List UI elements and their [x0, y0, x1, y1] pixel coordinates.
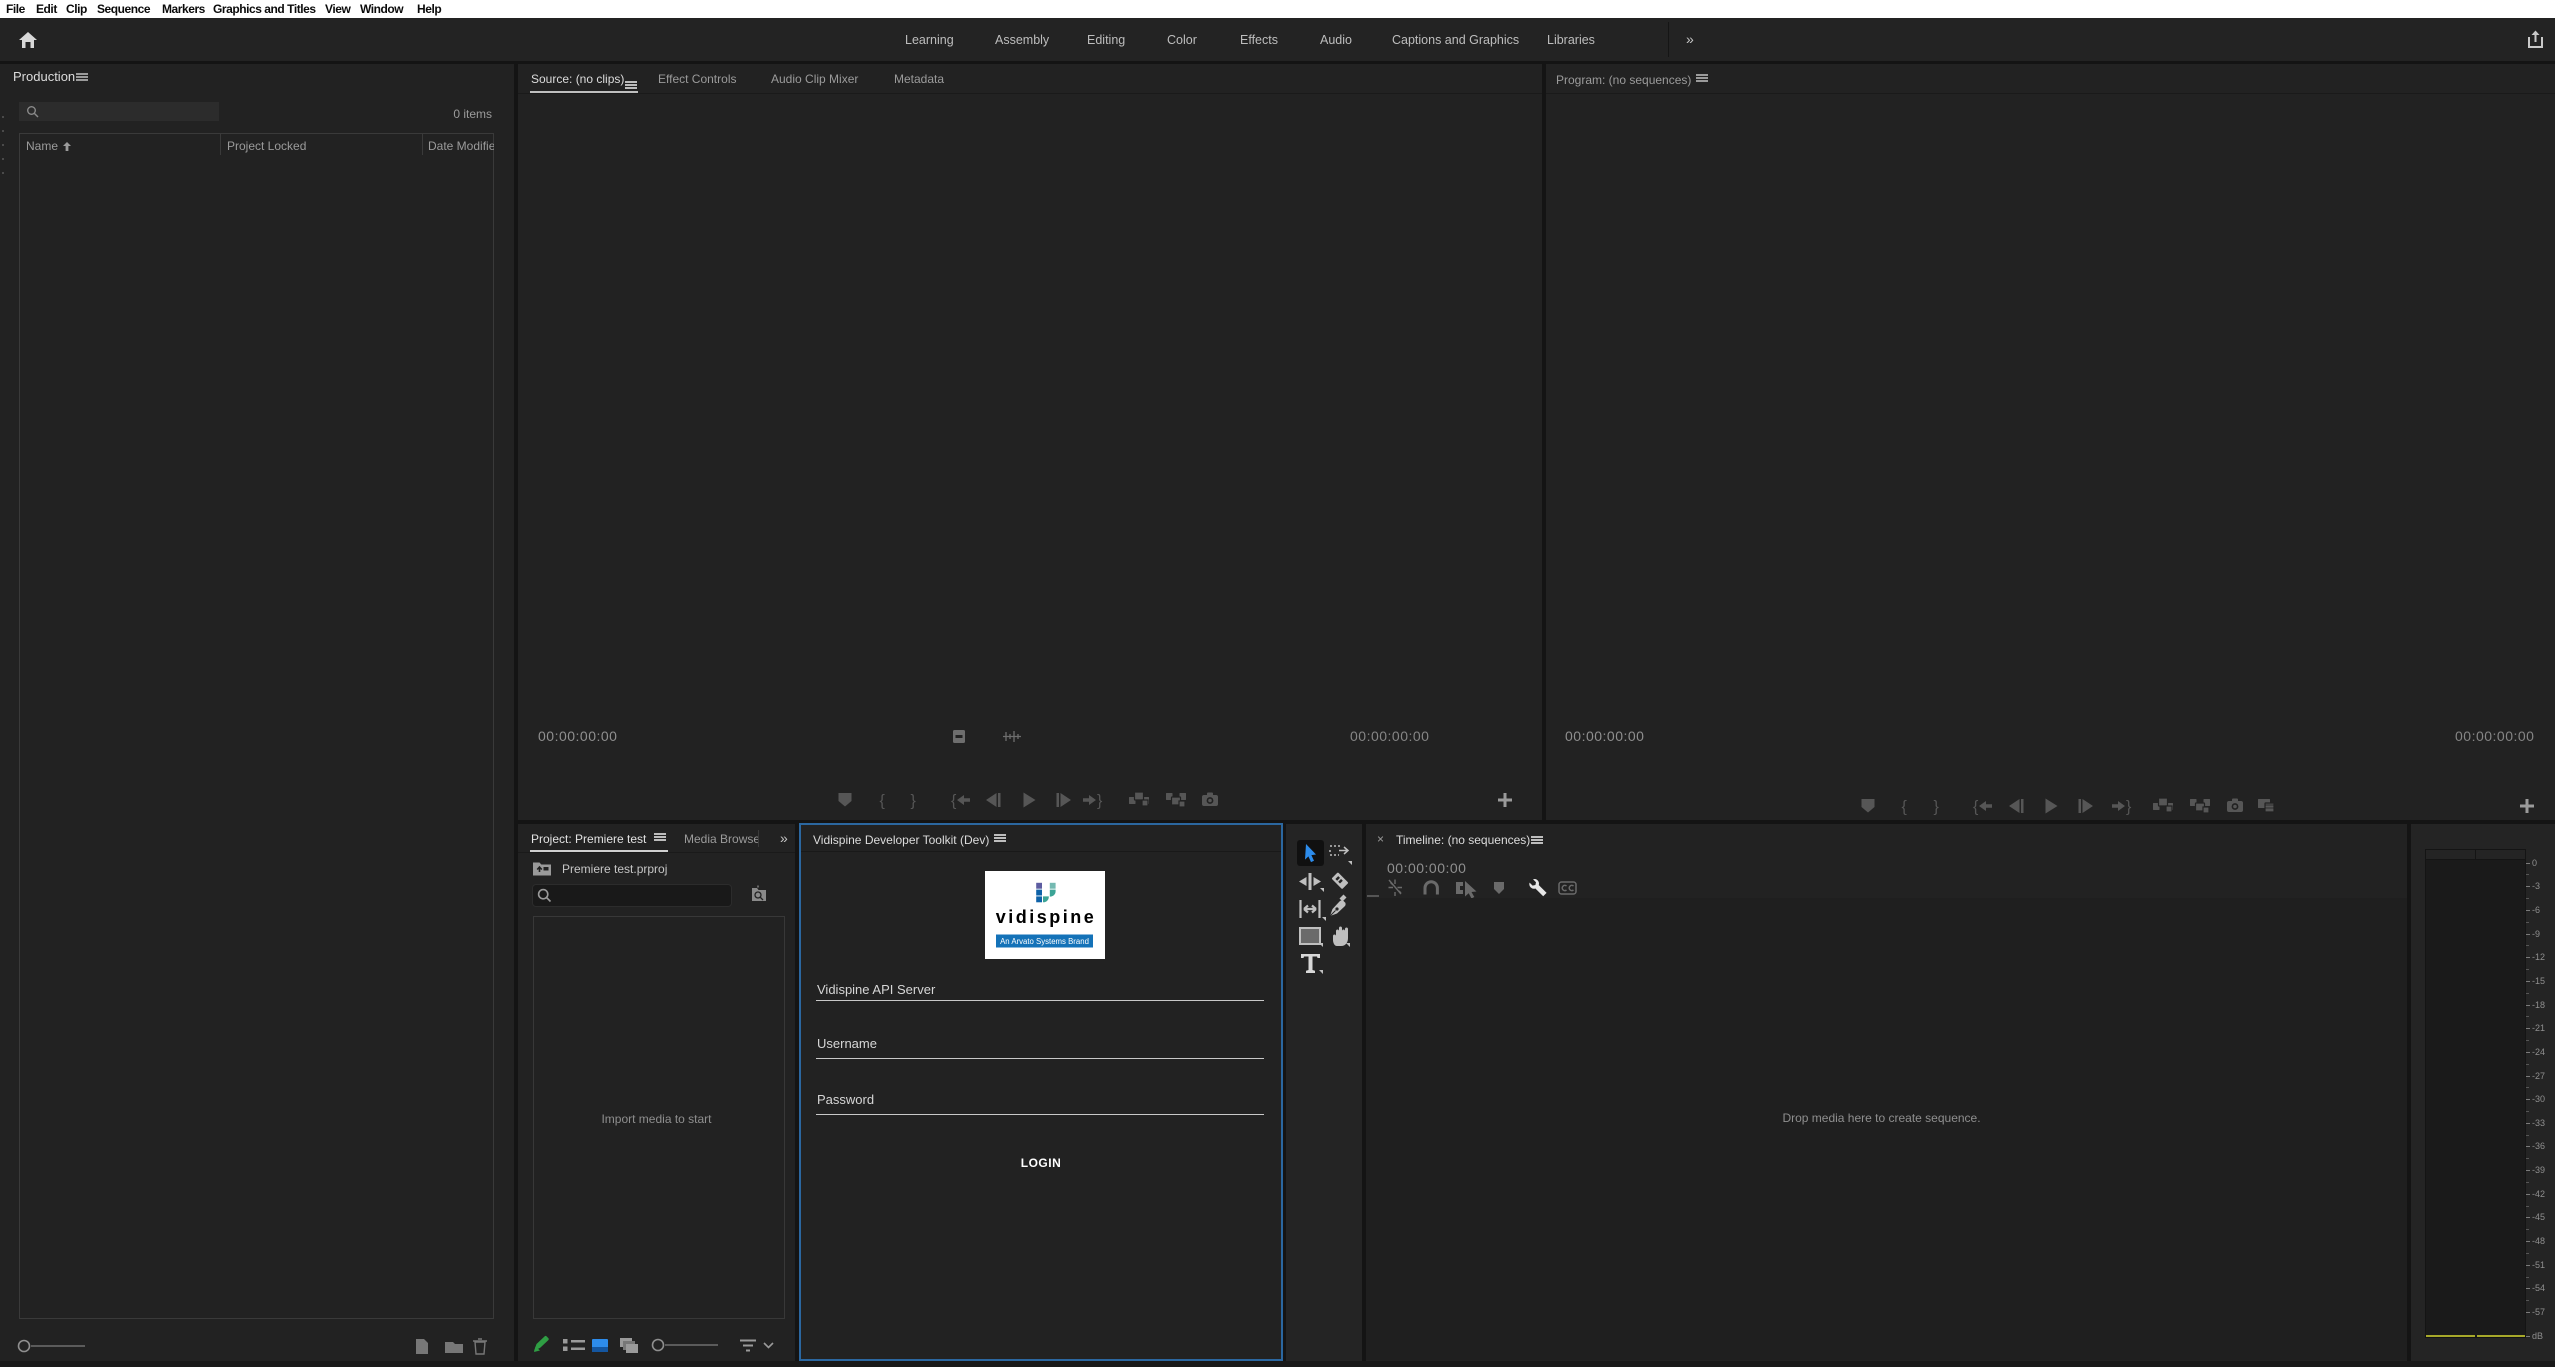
- svg-text:}: }: [1097, 793, 1103, 810]
- svg-text:{: {: [880, 793, 886, 810]
- svg-text:}: }: [911, 793, 917, 810]
- svg-text:}: }: [1934, 799, 1940, 816]
- svg-text:}: }: [2126, 799, 2132, 816]
- svg-text:{: {: [951, 793, 957, 810]
- svg-text:{: {: [1902, 799, 1908, 816]
- svg-text:{: {: [1973, 799, 1979, 816]
